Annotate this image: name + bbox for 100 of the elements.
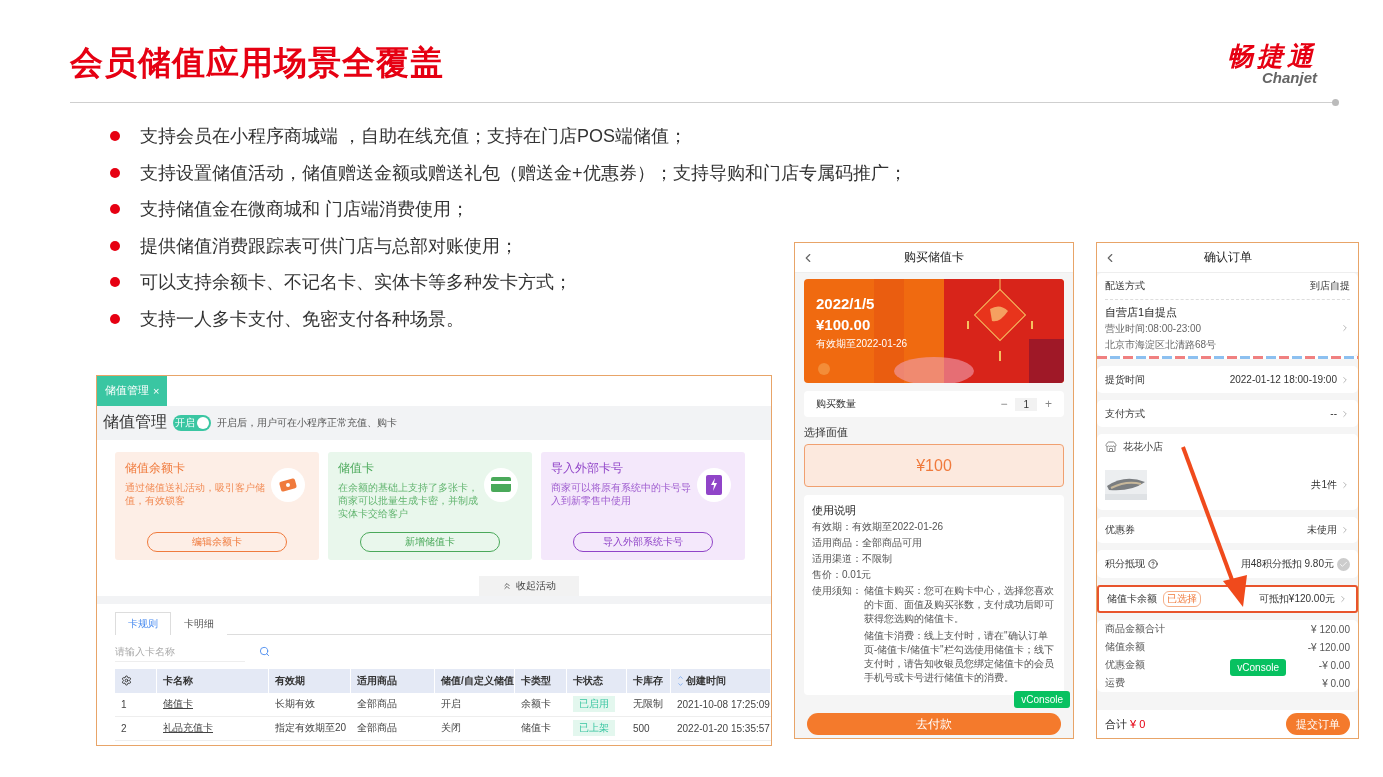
instructions-title: 使用说明 [812, 503, 857, 518]
row-value: 2022-01-12 18:00-19:00 [1229, 374, 1337, 385]
pickup-address: 北京市海淀区北清路68号 [1105, 337, 1217, 352]
card-description: 在余额的基础上支持了多张卡，商家可以批量生成卡密，并制成实体卡交给客户 [338, 480, 478, 520]
bullet-dot [110, 313, 120, 324]
list-tab[interactable]: 卡规则 [115, 611, 171, 635]
card-icon [491, 477, 511, 492]
import-icon [706, 474, 722, 495]
instruction-line: 售价：0.01元 [812, 568, 873, 582]
row-label: 优惠券 [1105, 523, 1135, 537]
card-title: 储值卡 [338, 459, 375, 477]
bullet-text: 支持储值金在微商城和 门店端消费使用； [140, 198, 469, 220]
summary-value: -¥ 0.00 [1318, 659, 1350, 671]
item-count: 共1件 [1311, 478, 1337, 492]
card-name-link[interactable]: 礼品充值卡 [157, 716, 269, 741]
bullet-text: 支持设置储值活动，储值赠送金额或赠送礼包（赠送金+优惠券）；支持导购和门店专属码推广； [140, 161, 907, 184]
bullet-dot [110, 167, 120, 178]
minus-button[interactable]: − [1000, 397, 1008, 411]
status-badge: 已启用 [573, 696, 615, 712]
card-validity: 有效期至2022-01-26 [816, 337, 908, 351]
row-label: 支付方式 [1105, 406, 1145, 421]
store-name: 花花小店 [1123, 440, 1163, 454]
enable-switch[interactable]: 开启 [173, 414, 211, 431]
switch-hint: 开启后，用户可在小程序正常充值、购卡 [217, 415, 397, 430]
row-label: 积分抵现 [1105, 557, 1145, 571]
pickup-name: 自营店1自提点 [1105, 304, 1179, 320]
card-title: 导入外部卡号 [551, 459, 624, 477]
column-header: 创建时间 [671, 668, 771, 693]
table-cell: 1 [115, 692, 157, 717]
table-cell: 余额卡 [515, 692, 567, 717]
selected-tag: 已选择 [1163, 591, 1201, 607]
row-value: 用48积分抵扣 9.80元 [1240, 557, 1334, 571]
summary-label: 运费 [1105, 676, 1125, 690]
quantity-value[interactable]: 1 [1015, 397, 1037, 411]
bullet-text: 提供储值消费跟踪表可供门店与总部对账使用； [140, 234, 518, 257]
card-date: 2022/1/5 [816, 295, 876, 312]
page-tab[interactable]: 储值管理 × [97, 375, 168, 406]
row-label: 储值卡余额 [1107, 592, 1157, 606]
bullet-dot [110, 131, 120, 141]
instruction-line: 适用渠道：不限制 [812, 552, 893, 566]
chevron-right-icon [1340, 408, 1350, 419]
vconsole-button[interactable]: vConsole [1014, 691, 1070, 708]
card-description: 商家可以将原有系统中的卡号导入到新零售中使用 [551, 480, 691, 507]
summary-value: ¥ 120.00 [1311, 623, 1350, 635]
row-value: 到店自提 [1310, 279, 1350, 293]
submit-button[interactable]: 提交订单 [1286, 713, 1350, 735]
section-label: 选择面值 [804, 425, 849, 440]
table-cell: 指定有效期至20 [269, 716, 351, 741]
summary-label: 储值余额 [1105, 640, 1145, 654]
row-value: 未使用 [1307, 523, 1337, 537]
chevron-right-icon [1340, 374, 1350, 385]
money-icon [278, 476, 298, 493]
bullet-dot [110, 204, 120, 214]
chevron-right-icon [1340, 323, 1350, 333]
check-icon[interactable] [1337, 557, 1350, 571]
store-icon [1105, 441, 1117, 453]
help-icon[interactable] [1148, 559, 1158, 569]
line-end-dot [1332, 99, 1339, 106]
table-cell: 无限制 [627, 692, 671, 717]
quantity-label: 购买数量 [816, 397, 856, 411]
total-amount: ¥ 0 [1130, 718, 1146, 730]
card-name-link[interactable]: 储值卡 [157, 692, 269, 717]
summary-value: -¥ 120.00 [1307, 641, 1350, 653]
chevron-right-icon [1338, 594, 1348, 604]
column-header: 卡名称 [157, 668, 269, 693]
instruction-line: 有效期：有效期至2022-01-26 [812, 520, 945, 534]
column-header: 适用商品 [351, 668, 435, 693]
card-description: 通过储值送礼活动，吸引客户储值，有效锁客 [125, 480, 265, 507]
column-header: 储值/自定义储值 [435, 668, 515, 693]
bullet-text: 支持一人多卡支付、免密支付各种场景。 [140, 307, 464, 330]
table-cell: 2021-10-08 17:25:09 [671, 692, 771, 717]
balance-row[interactable]: 储值卡余额 已选择 可抵扣¥120.00元 [1097, 585, 1358, 613]
vconsole-button[interactable]: vConsole [1230, 659, 1286, 676]
column-header: 卡状态 [567, 668, 627, 693]
table-cell: 2022-01-20 15:35:57 [671, 716, 771, 741]
column-header: 卡类型 [515, 668, 567, 693]
row-value: 可抵扣¥120.00元 [1258, 592, 1335, 606]
bullet-dot [110, 277, 120, 287]
pay-button[interactable]: 去付款 [807, 713, 1061, 735]
pickup-hours: 营业时间:08:00-23:00 [1105, 321, 1203, 336]
plus-button[interactable]: + [1045, 397, 1052, 411]
brand-logo: 畅捷通 Chanjet [1227, 43, 1317, 86]
slide-title: 会员储值应用场景全覆盖 [70, 43, 444, 83]
collapse-button[interactable]: 收起活动 [479, 575, 579, 596]
screen-title: 购买储值卡 [904, 249, 964, 266]
total-label: 合计 [1105, 716, 1127, 732]
table-cell: 全部商品 [351, 716, 435, 741]
row-value: -- [1330, 408, 1337, 419]
bullet-text: 可以支持余额卡、不记名卡、实体卡等多种发卡方式； [140, 271, 572, 293]
bullet-dot [110, 240, 120, 251]
table-cell: 关闭 [435, 716, 515, 741]
notice-paragraph: 储值卡消费：线上支付时，请在"确认订单页-储值卡/储值卡"栏勾选使用储值卡；线下支付时，请告知收银员您绑定储值卡的会员手机号或卡号进行储值卡的消费。 [864, 629, 1055, 685]
table-cell: 500 [627, 716, 671, 741]
card-amount: ¥100.00 [816, 316, 872, 333]
face-value-option[interactable]: ¥100 [804, 444, 1064, 487]
chevron-right-icon [1340, 480, 1350, 490]
chevron-right-icon [1340, 525, 1350, 535]
summary-label: 优惠金额 [1105, 658, 1145, 672]
table-cell: 全部商品 [351, 692, 435, 717]
table-cell: 长期有效 [269, 692, 351, 717]
